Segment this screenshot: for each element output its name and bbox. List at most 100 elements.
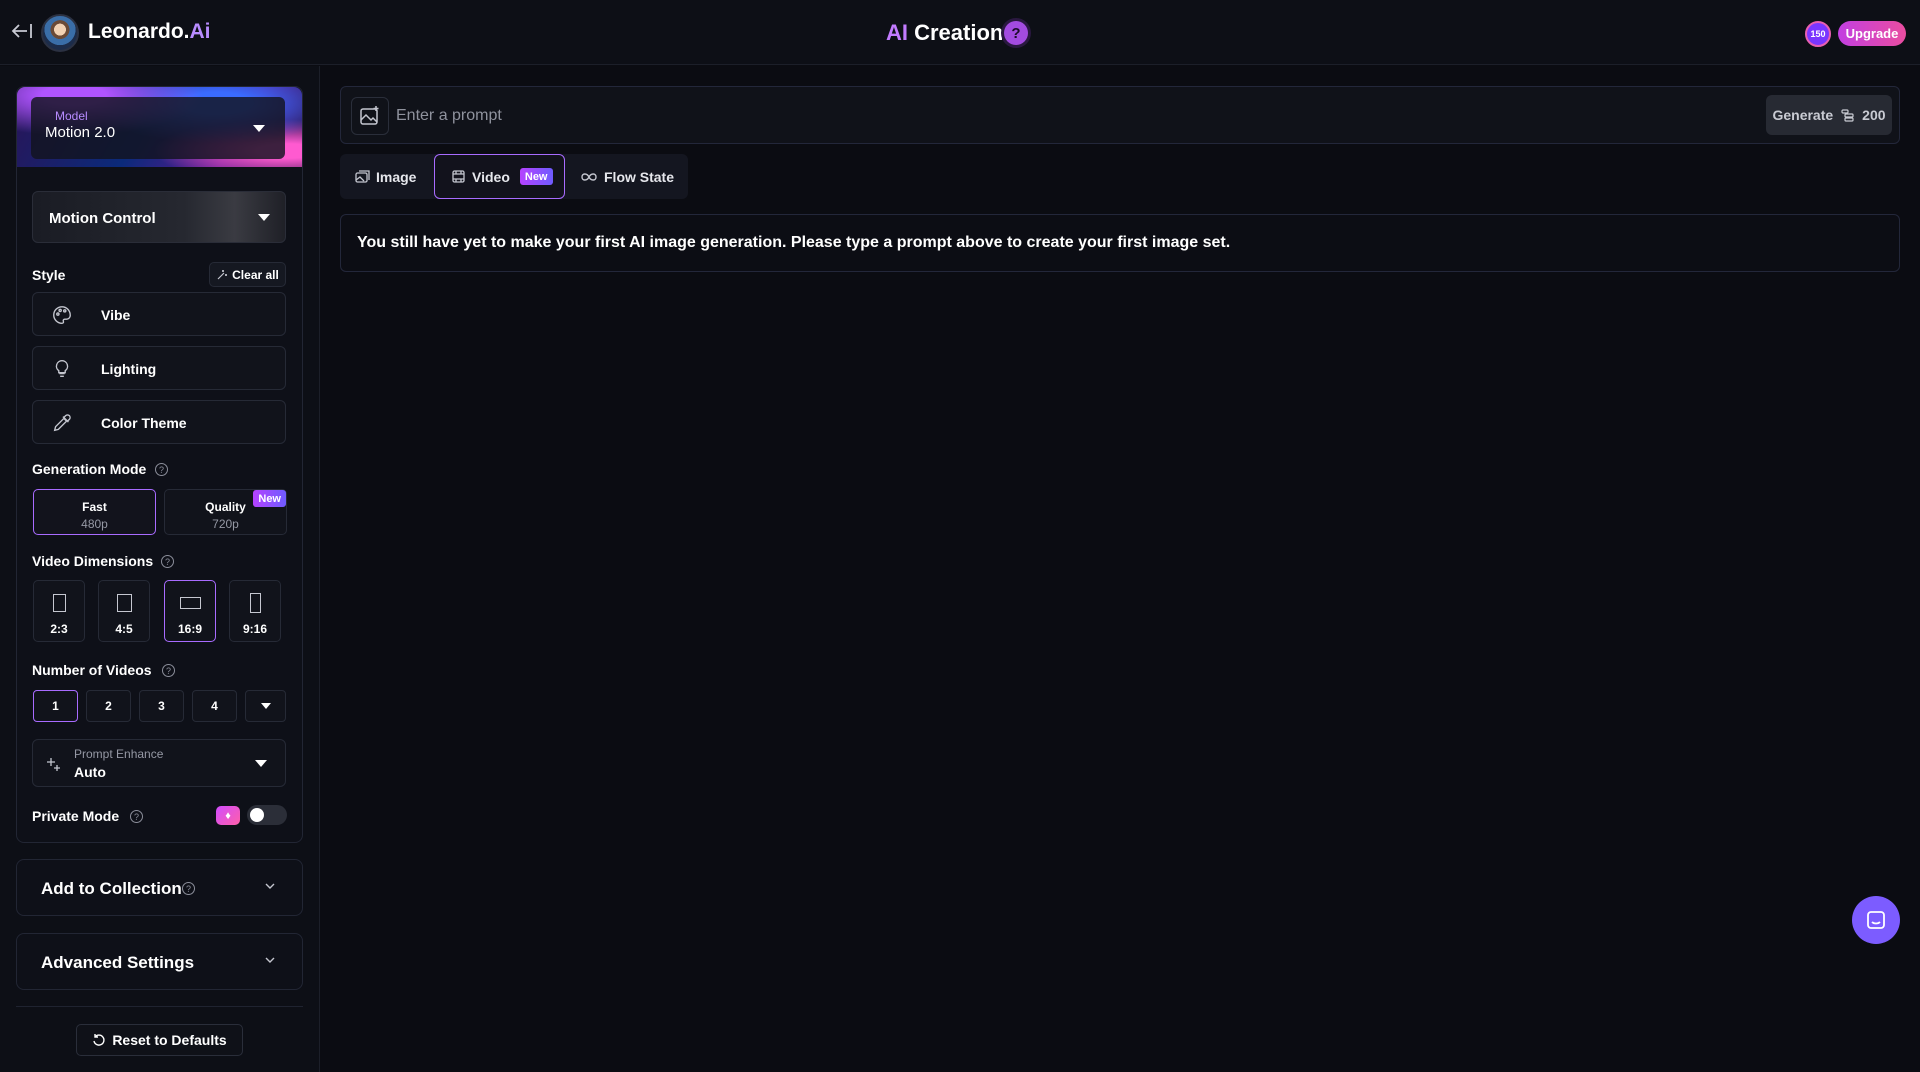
dimension-9-16-button[interactable]: 9:16 [229,580,281,642]
main-content: Generate 200 Image Video New Flow State [321,66,1920,1072]
image-guidance-icon[interactable] [351,97,389,135]
empty-state-notice: You still have yet to make your first AI… [340,214,1900,272]
palette-icon [53,306,71,324]
prompt-input[interactable] [396,101,1696,131]
token-coins-icon [1841,108,1854,122]
image-icon [355,169,370,183]
eyedropper-icon [53,414,71,432]
motion-control-dropdown[interactable]: Motion Control [32,191,286,243]
style-item-lighting[interactable]: Lighting [32,346,286,390]
chevron-down-icon [265,883,275,889]
reset-to-defaults-button[interactable]: Reset to Defaults [76,1024,243,1056]
lightbulb-icon [55,360,69,378]
info-icon[interactable]: ? [182,882,195,895]
mode-quality-button[interactable]: Quality 720p New [164,489,287,535]
private-mode-toggle[interactable] [247,805,287,825]
portrait-ratio-icon [117,594,132,612]
new-badge: New [519,168,553,185]
dimension-2-3-button[interactable]: 2:3 [33,580,85,642]
prompt-enhance-value: Auto [74,764,106,780]
settings-panel: Model Motion 2.0 Motion Control Style Cl… [16,86,303,843]
info-icon[interactable]: ? [155,463,168,476]
model-selector[interactable]: Model Motion 2.0 [31,97,285,159]
number-2-button[interactable]: 2 [86,690,131,722]
prompt-enhance-caption: Prompt Enhance [74,747,164,761]
upgrade-button[interactable]: Upgrade [1838,21,1906,46]
generate-label: Generate [1772,107,1834,123]
top-bar: Leonardo.Ai AI Creation ? 150 Upgrade [0,0,1920,65]
clear-sparkle-icon [217,269,228,279]
brand-name[interactable]: Leonardo.Ai [88,20,211,44]
tab-flow-state[interactable]: Flow State [566,154,688,199]
sidebar-divider [16,1006,303,1007]
style-label: Style [32,267,66,283]
chat-support-button[interactable] [1852,896,1900,944]
tab-video[interactable]: Video New [434,154,565,199]
mode-subtitle: 720p [212,517,239,531]
mode-title: Fast [82,500,107,514]
chevron-down-icon [260,703,271,709]
video-dimensions-label: Video Dimensions [32,553,154,569]
tab-label: Video [472,168,510,185]
portrait-ratio-icon [250,593,261,613]
page-title: AI Creation [886,20,1004,45]
dimension-label: 16:9 [177,622,203,636]
tab-label: Flow State [604,168,675,185]
sparkles-icon [47,758,60,771]
reset-icon [93,1034,105,1046]
chevron-down-icon [253,125,265,132]
tab-label: Image [376,168,417,185]
info-icon[interactable]: ? [162,664,175,677]
premium-gem-icon: ♦ [216,806,240,825]
info-icon[interactable]: ? [130,810,143,823]
tab-image[interactable]: Image [340,154,434,199]
add-to-collection-accordion[interactable]: Add to Collection ? [16,859,303,916]
help-icon[interactable]: ? [1004,21,1028,45]
model-card[interactable]: Model Motion 2.0 [17,87,302,167]
portrait-ratio-icon [53,594,66,612]
more-numbers-dropdown[interactable] [245,690,286,722]
prompt-enhance-dropdown[interactable]: Prompt Enhance Auto [32,739,286,787]
advanced-settings-label: Advanced Settings [41,953,195,972]
back-arrow-icon[interactable] [10,19,34,43]
generate-button[interactable]: Generate 200 [1766,95,1892,135]
add-to-collection-label: Add to Collection [41,879,182,898]
number-3-button[interactable]: 3 [139,690,184,722]
landscape-ratio-icon [180,597,201,609]
number-of-videos-label: Number of Videos [32,662,152,678]
new-badge: New [253,490,286,507]
chevron-down-icon [258,214,270,221]
info-icon[interactable]: ? [161,555,174,568]
number-1-button[interactable]: 1 [33,690,78,722]
private-mode-label: Private Mode [32,808,120,824]
number-4-button[interactable]: 4 [192,690,237,722]
style-item-label: Vibe [101,307,131,323]
generation-type-tabs: Image Video New Flow State [340,154,688,199]
style-item-label: Lighting [101,361,157,377]
clear-all-label: Clear all [232,267,279,282]
logo-avatar[interactable] [41,14,79,52]
generate-cost: 200 [1862,107,1886,123]
style-item-label: Color Theme [101,415,187,431]
token-balance-badge[interactable]: 150 [1805,21,1831,47]
chat-icon [1867,911,1885,929]
advanced-settings-accordion[interactable]: Advanced Settings [16,933,303,990]
video-icon [452,170,465,183]
dimension-16-9-button[interactable]: 16:9 [164,580,216,642]
mode-subtitle: 480p [81,517,108,531]
dimension-label: 9:16 [242,622,268,636]
reset-label: Reset to Defaults [112,1032,227,1048]
chevron-down-icon [265,957,275,963]
clear-all-button[interactable]: Clear all [209,262,286,287]
dimension-label: 2:3 [50,622,68,636]
dimension-label: 4:5 [115,622,133,636]
infinity-icon [581,172,597,181]
style-item-color-theme[interactable]: Color Theme [32,400,286,444]
motion-control-label: Motion Control [49,210,156,227]
dimension-4-5-button[interactable]: 4:5 [98,580,150,642]
chevron-down-icon [255,760,267,767]
empty-state-text: You still have yet to make your first AI… [357,234,1231,251]
mode-fast-button[interactable]: Fast 480p [33,489,156,535]
model-caption: Model [55,109,88,123]
style-item-vibe[interactable]: Vibe [32,292,286,336]
